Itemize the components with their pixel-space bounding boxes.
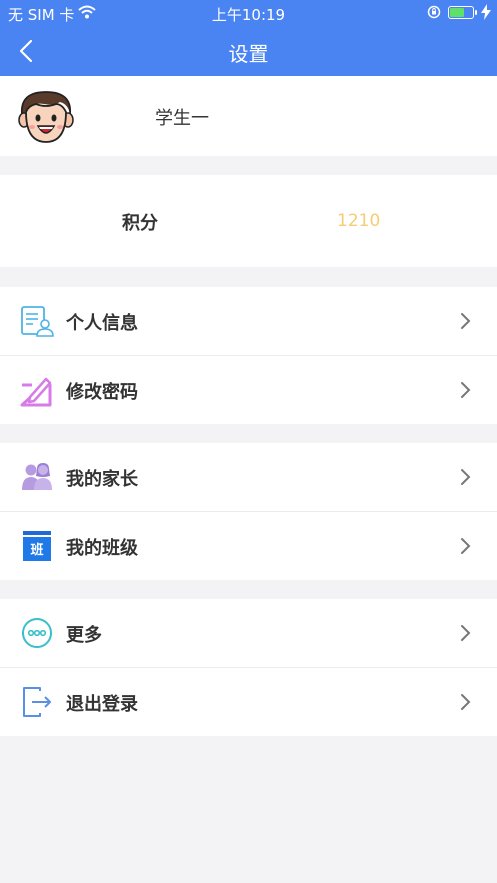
menu-item-label: 个人信息 [66, 313, 138, 334]
family-class-group: 我的家长 班 我的班级 [0, 443, 497, 580]
battery-icon [448, 6, 477, 19]
menu-item-personal-info[interactable]: 个人信息 [0, 287, 497, 356]
more-icon [20, 616, 54, 650]
other-group: 更多 退出登录 [0, 599, 497, 736]
class-icon: 班 [20, 529, 54, 563]
points-section: 积分 1210 [0, 175, 497, 267]
chevron-right-icon [458, 467, 472, 487]
menu-item-label: 退出登录 [66, 694, 138, 715]
profile-card-icon [20, 304, 54, 338]
menu-item-label: 修改密码 [66, 382, 138, 403]
class-icon-text: 班 [30, 542, 43, 558]
menu-item-logout[interactable]: 退出登录 [0, 668, 497, 736]
edit-password-icon [20, 373, 54, 407]
profile-section[interactable]: 学生一 [0, 76, 497, 156]
menu-item-my-parents[interactable]: 我的家长 [0, 443, 497, 512]
menu-item-label: 更多 [66, 625, 102, 646]
account-group: 个人信息 修改密码 [0, 287, 497, 424]
menu-item-my-class[interactable]: 班 我的班级 [0, 512, 497, 580]
chevron-right-icon [458, 536, 472, 556]
chevron-right-icon [458, 380, 472, 400]
nav-bar: 设置 [0, 26, 497, 76]
status-bar: 无 SIM 卡 上午10:19 [0, 0, 497, 26]
menu-item-change-password[interactable]: 修改密码 [0, 356, 497, 424]
page-title: 设置 [228, 42, 269, 66]
chevron-right-icon [458, 311, 472, 331]
points-value: 1210 [337, 211, 381, 231]
logout-icon [20, 685, 54, 719]
menu-item-label: 我的班级 [66, 538, 138, 559]
orientation-lock-icon [427, 5, 441, 23]
parents-icon [20, 460, 54, 494]
points-label: 积分 [122, 213, 158, 234]
chevron-right-icon [458, 623, 472, 643]
menu-item-more[interactable]: 更多 [0, 599, 497, 668]
chevron-right-icon [458, 692, 472, 712]
charging-icon [481, 4, 491, 24]
student-name: 学生一 [155, 108, 209, 129]
status-time: 上午10:19 [211, 6, 286, 24]
menu-item-label: 我的家长 [66, 469, 138, 490]
student-avatar-icon [16, 86, 76, 146]
